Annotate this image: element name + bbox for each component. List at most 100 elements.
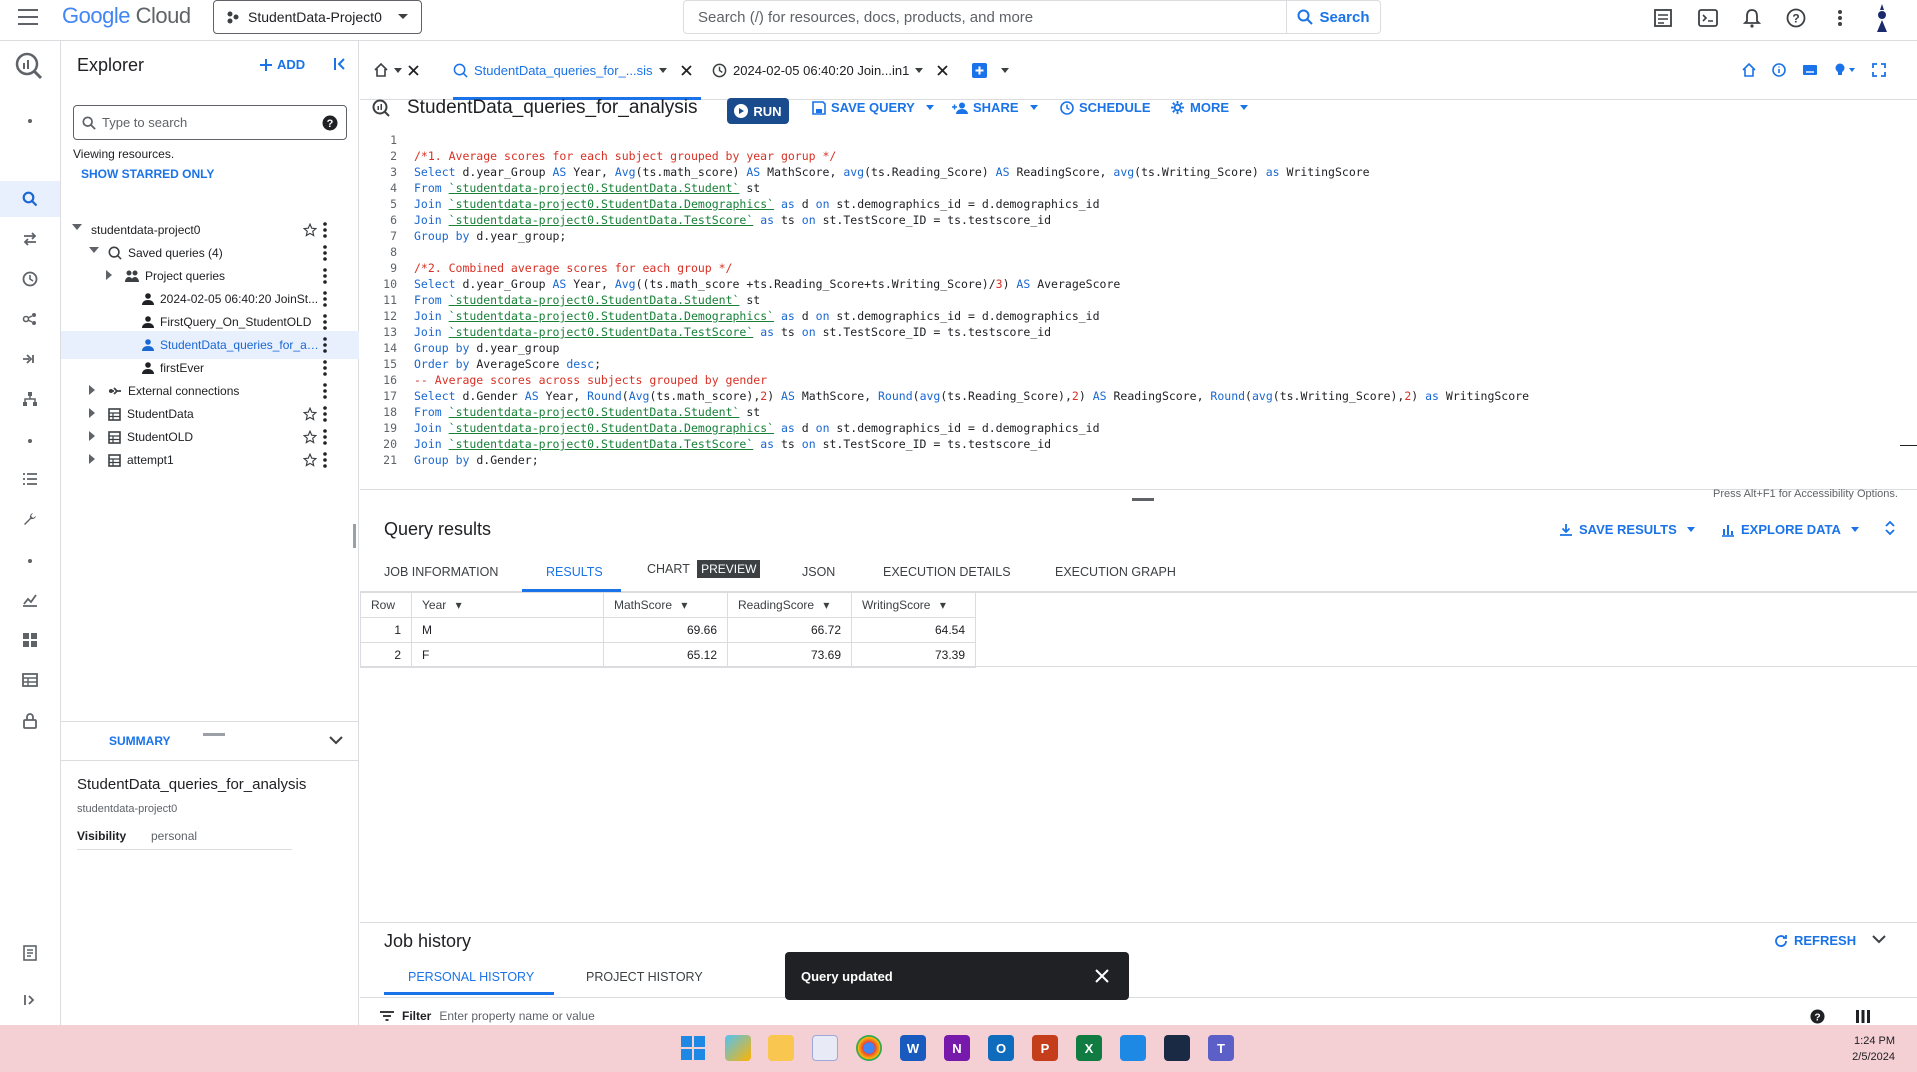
expand-arrow-icon[interactable] bbox=[71, 223, 85, 237]
scheduled-queries-icon[interactable] bbox=[18, 267, 42, 291]
sort-caret-icon[interactable]: ▾ bbox=[823, 598, 829, 612]
main-menu-icon[interactable] bbox=[18, 8, 40, 26]
lock-icon[interactable] bbox=[18, 709, 42, 733]
tab-history-query[interactable]: 2024-02-05 06:40:20 Join...in1 bbox=[712, 55, 948, 85]
info-icon[interactable] bbox=[1772, 63, 1786, 77]
more-vert-icon[interactable] bbox=[323, 291, 339, 307]
windows-start-icon[interactable] bbox=[681, 1036, 705, 1060]
close-icon[interactable] bbox=[408, 64, 419, 76]
powerpoint-icon[interactable]: P bbox=[1032, 1035, 1058, 1061]
schedule-button[interactable]: SCHEDULE bbox=[1060, 100, 1151, 115]
editor-resize-handle[interactable] bbox=[1132, 498, 1154, 501]
avatar[interactable] bbox=[1872, 2, 1892, 36]
cell-year[interactable]: F bbox=[411, 642, 604, 668]
excel-icon[interactable]: X bbox=[1076, 1035, 1102, 1061]
new-tab-button[interactable] bbox=[972, 55, 1009, 85]
expand-results-icon[interactable] bbox=[1884, 520, 1896, 536]
cell-mathscore[interactable]: 69.66 bbox=[603, 617, 728, 643]
tab-json[interactable]: JSON bbox=[802, 565, 835, 579]
run-button[interactable]: RUN bbox=[727, 98, 789, 124]
tab-personal-history[interactable]: PERSONAL HISTORY bbox=[408, 970, 534, 984]
column-header-mathscore[interactable]: MathScore ▾ bbox=[603, 592, 728, 618]
close-icon[interactable] bbox=[680, 64, 692, 76]
cloud-shell-icon[interactable] bbox=[1696, 6, 1720, 30]
chevron-down-icon[interactable] bbox=[1872, 935, 1886, 944]
release-notes-icon[interactable] bbox=[18, 941, 42, 965]
tab-results[interactable]: RESULTS bbox=[546, 565, 603, 579]
cell-readingscore[interactable]: 73.69 bbox=[727, 642, 852, 668]
collapse-arrow-icon[interactable] bbox=[88, 407, 102, 421]
summary-header[interactable]: SUMMARY bbox=[61, 721, 359, 761]
star-icon[interactable] bbox=[303, 407, 317, 421]
more-vert-icon[interactable] bbox=[323, 314, 339, 330]
chrome-icon[interactable] bbox=[856, 1035, 882, 1061]
column-header-readingscore[interactable]: ReadingScore ▾ bbox=[727, 592, 852, 618]
sort-caret-icon[interactable]: ▾ bbox=[681, 598, 687, 612]
cell-mathscore[interactable]: 65.12 bbox=[603, 642, 728, 668]
tab-execution-graph[interactable]: EXECUTION GRAPH bbox=[1055, 565, 1176, 579]
more-vert-icon[interactable] bbox=[323, 383, 339, 399]
search-input[interactable]: Search (/) for resources, docs, products… bbox=[684, 9, 1286, 26]
notes-icon[interactable] bbox=[1652, 6, 1676, 30]
more-vert-icon[interactable] bbox=[323, 429, 339, 445]
cell-writingscore[interactable]: 73.39 bbox=[851, 642, 976, 668]
home-tab[interactable] bbox=[374, 55, 419, 85]
sort-caret-icon[interactable]: ▾ bbox=[456, 598, 462, 612]
star-icon[interactable] bbox=[303, 223, 317, 237]
more-vert-icon[interactable] bbox=[323, 222, 339, 238]
filter-input[interactable]: Enter property name or value bbox=[439, 1009, 594, 1023]
tab-studentdata-queries[interactable]: StudentData_queries_for_...sis bbox=[453, 55, 692, 85]
more-button[interactable]: MORE bbox=[1170, 100, 1248, 115]
wrench-icon[interactable] bbox=[18, 508, 42, 532]
save-results-button[interactable]: SAVE RESULTS bbox=[1559, 522, 1695, 537]
save-query-button[interactable]: SAVE QUERY bbox=[812, 100, 934, 115]
keyboard-icon[interactable] bbox=[1802, 64, 1818, 76]
explore-data-button[interactable]: EXPLORE DATA bbox=[1721, 522, 1859, 537]
cell-writingscore[interactable]: 64.54 bbox=[851, 617, 976, 643]
tab-chart[interactable]: CHART PREVIEW bbox=[647, 560, 761, 578]
column-display-icon[interactable] bbox=[1856, 1010, 1870, 1023]
tab-project-history[interactable]: PROJECT HISTORY bbox=[586, 970, 703, 984]
help-icon[interactable]: ? bbox=[1810, 1009, 1825, 1024]
more-vert-icon[interactable] bbox=[323, 268, 339, 284]
expand-rail-icon[interactable] bbox=[18, 988, 42, 1012]
help-icon[interactable]: ? bbox=[1784, 6, 1808, 30]
cell-year[interactable]: M bbox=[411, 617, 604, 643]
project-picker[interactable]: StudentData-Project0 bbox=[213, 0, 422, 34]
teams-icon[interactable]: T bbox=[1208, 1035, 1234, 1061]
table-row[interactable]: 2 F 65.12 73.69 73.39 bbox=[360, 642, 976, 668]
show-starred-button[interactable]: SHOW STARRED ONLY bbox=[81, 167, 214, 181]
more-vert-icon[interactable] bbox=[323, 406, 339, 422]
collapse-arrow-icon[interactable] bbox=[88, 430, 102, 444]
help-icon[interactable]: ? bbox=[322, 115, 338, 131]
lightbulb-icon[interactable] bbox=[1834, 63, 1856, 77]
column-header-year[interactable]: Year ▾ bbox=[411, 592, 604, 618]
table-row[interactable]: 1 M 69.66 66.72 64.54 bbox=[360, 617, 976, 643]
global-search[interactable]: Search (/) for resources, docs, products… bbox=[683, 0, 1381, 34]
fullscreen-icon[interactable] bbox=[1872, 63, 1886, 77]
close-icon[interactable] bbox=[937, 64, 948, 76]
bigquery-logo-icon[interactable] bbox=[14, 51, 44, 81]
collapse-arrow-icon[interactable] bbox=[88, 453, 102, 467]
dashboard-icon[interactable] bbox=[18, 628, 42, 652]
tab-job-information[interactable]: JOB INFORMATION bbox=[384, 565, 498, 579]
outlook-icon[interactable]: O bbox=[988, 1035, 1014, 1061]
star-icon[interactable] bbox=[303, 453, 317, 467]
tree-item[interactable]: attempt1 bbox=[61, 446, 359, 474]
notepad-icon[interactable] bbox=[1120, 1035, 1146, 1061]
notifications-icon[interactable] bbox=[1740, 6, 1764, 30]
pipelines-icon[interactable] bbox=[18, 387, 42, 411]
search-button[interactable]: Search bbox=[1286, 1, 1380, 33]
share-button[interactable]: SHARE bbox=[952, 100, 1038, 115]
more-vert-icon[interactable] bbox=[323, 245, 339, 261]
collapse-panel-icon[interactable] bbox=[333, 57, 347, 71]
data-transfers-icon[interactable] bbox=[18, 227, 42, 251]
dataflow-icon[interactable] bbox=[18, 347, 42, 371]
cell-readingscore[interactable]: 66.72 bbox=[727, 617, 852, 643]
column-header-writingscore[interactable]: WritingScore ▾ bbox=[851, 592, 976, 618]
system-clock[interactable]: 1:24 PM 2/5/2024 bbox=[1852, 1033, 1895, 1065]
star-icon[interactable] bbox=[303, 430, 317, 444]
monitoring-icon[interactable] bbox=[18, 588, 42, 612]
filter-bar[interactable]: Filter Enter property name or value bbox=[380, 1009, 595, 1023]
chevron-down-icon[interactable] bbox=[329, 736, 343, 745]
